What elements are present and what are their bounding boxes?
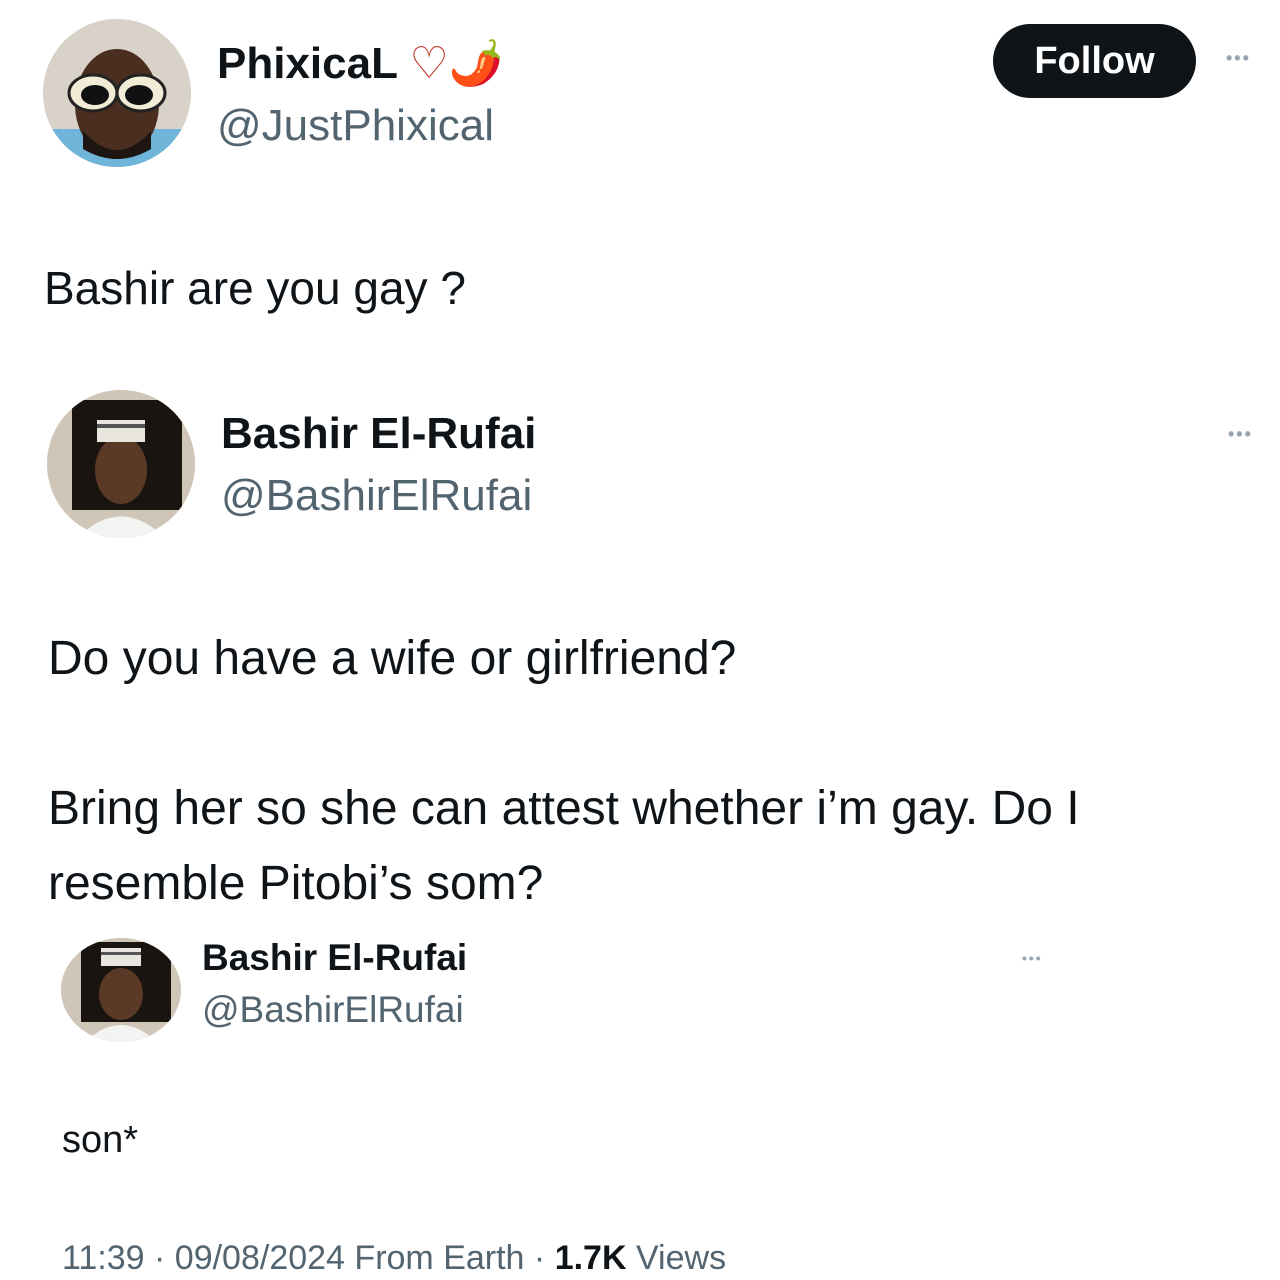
author-handle[interactable]: @JustPhixical (217, 100, 494, 152)
meta-separator: · (154, 1239, 166, 1277)
meta-separator: · (533, 1239, 546, 1277)
author-handle[interactable]: @BashirElRufai (202, 988, 464, 1032)
tweet-text: Bashir are you gay ? (44, 262, 466, 314)
author-handle[interactable]: @BashirElRufai (221, 470, 532, 522)
avatar-phixical[interactable] (43, 19, 191, 167)
author-name[interactable]: PhixicaL ♡🌶️ (217, 38, 504, 90)
follow-button[interactable]: Follow (993, 24, 1196, 98)
avatar-bashir[interactable] (61, 938, 181, 1042)
tweet-text: son* (62, 1119, 139, 1161)
tweet-meta: 11:39 · 09/08/2024 From Earth · 1.7K Vie… (62, 1237, 726, 1279)
tweet-time[interactable]: 11:39 (62, 1239, 145, 1277)
more-options-icon[interactable]: ••• (1022, 950, 1043, 966)
author-name-text: PhixicaL (217, 39, 398, 88)
tweet-date[interactable]: 09/08/2024 (175, 1239, 345, 1277)
tweet-text-line: Do you have a wife or girlfriend? (48, 632, 737, 685)
tweet-text-line: resemble Pitobi’s som? (48, 857, 544, 910)
more-options-icon[interactable]: ••• (1228, 424, 1253, 445)
author-name[interactable]: Bashir El-Rufai (221, 408, 536, 460)
heart-pepper-emoji: ♡🌶️ (409, 39, 504, 88)
views-count[interactable]: 1.7K (555, 1239, 627, 1277)
views-label: Views (635, 1239, 727, 1277)
avatar-bashir[interactable] (47, 390, 195, 538)
tweet-source: From Earth (354, 1239, 525, 1277)
author-name[interactable]: Bashir El-Rufai (202, 936, 467, 980)
more-options-icon[interactable]: ••• (1226, 48, 1251, 69)
tweet-text-line: Bring her so she can attest whether i’m … (48, 782, 1080, 835)
